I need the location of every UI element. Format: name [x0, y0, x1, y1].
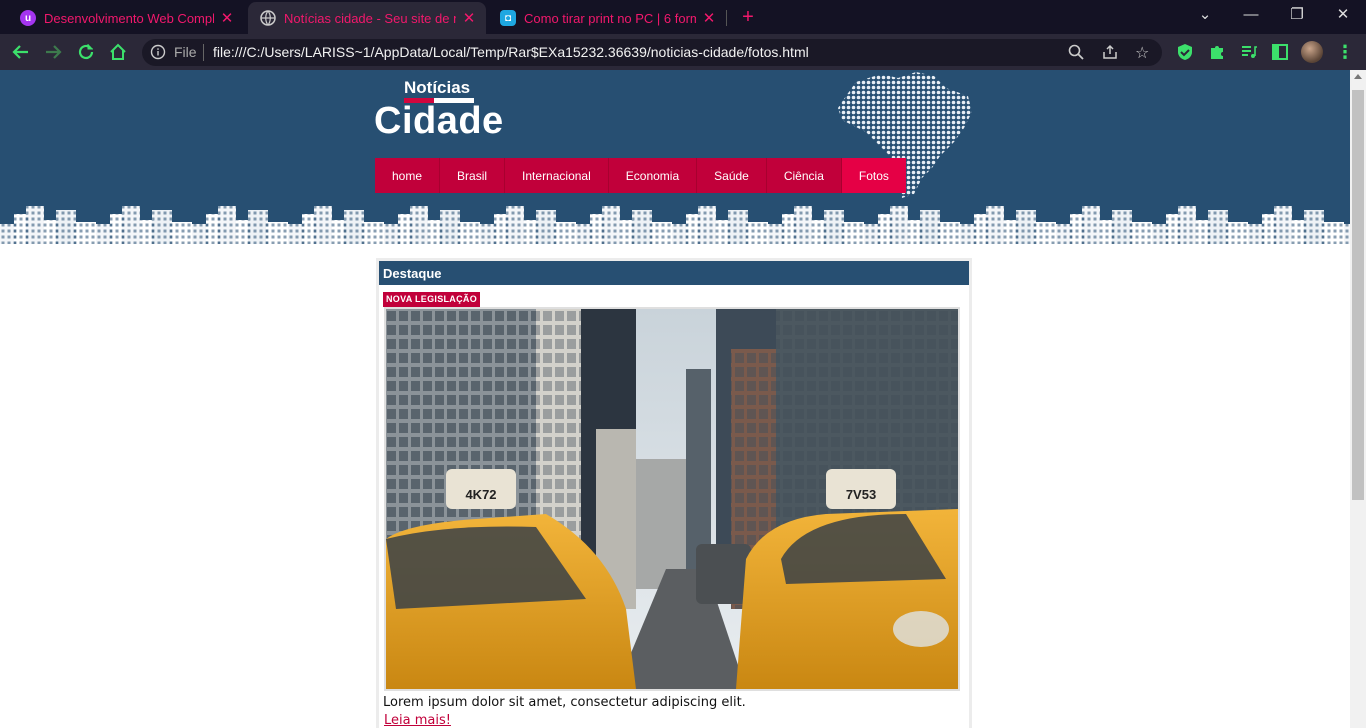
back-button[interactable] [9, 40, 33, 64]
tab-udemy[interactable]: u Desenvolvimento Web Completo ✕ [8, 2, 244, 34]
url-text[interactable]: file:///C:/Users/LARISS~1/AppData/Local/… [213, 44, 809, 60]
share-icon[interactable] [1102, 44, 1118, 65]
nav-item-home[interactable]: home [375, 158, 441, 193]
logo-main-text: Cidade [374, 100, 504, 142]
tab-separator [726, 10, 727, 26]
photo-caption: Lorem ipsum dolor sit amet, consectetur … [383, 695, 746, 710]
scrollbar-thumb[interactable] [1352, 90, 1364, 500]
reload-button[interactable] [74, 40, 98, 64]
bookmark-star-icon[interactable]: ☆ [1135, 43, 1149, 63]
tab-strip: u Desenvolvimento Web Completo ✕ Notícia… [0, 0, 1366, 34]
extensions-puzzle-icon[interactable] [1205, 40, 1229, 64]
city-skyline-banner [0, 204, 1350, 252]
section-title: Destaque [379, 261, 969, 285]
tab-tecmundo[interactable]: ◘ Como tirar print no PC | 6 formas ✕ [488, 2, 726, 34]
new-tab-button[interactable]: + [736, 6, 760, 28]
page-viewport: Notícias Cidade home Brasil Internaciona… [0, 70, 1350, 728]
info-icon[interactable] [150, 44, 166, 65]
tab-search-button[interactable]: ⌄ [1182, 2, 1228, 30]
minimize-button[interactable]: — [1228, 2, 1274, 30]
udemy-icon: u [20, 10, 36, 26]
read-more-link[interactable]: Leia mais! [384, 713, 451, 728]
logo-top-text: Notícias [404, 78, 471, 97]
close-icon[interactable]: ✕ [462, 9, 476, 27]
featured-photo[interactable]: 4K72 7V53 [384, 307, 960, 691]
restore-button[interactable]: ❐ [1274, 2, 1320, 30]
tab-title: Notícias cidade - Seu site de notícias [284, 10, 456, 26]
site-header: Notícias Cidade home Brasil Internaciona… [0, 70, 1350, 252]
close-icon[interactable]: ✕ [220, 9, 234, 27]
shield-extension-icon[interactable] [1173, 40, 1197, 64]
nav-item-saude[interactable]: Saúde [697, 158, 767, 193]
forward-button[interactable] [41, 40, 65, 64]
news-tag-badge: NOVA LEGISLAÇÃO [383, 292, 481, 307]
menu-kebab-icon[interactable]: ⋮ [1333, 40, 1357, 64]
media-controls-icon[interactable] [1237, 40, 1261, 64]
home-button[interactable] [106, 40, 130, 64]
nav-item-economia[interactable]: Economia [609, 158, 698, 193]
omnibox-divider [203, 44, 204, 61]
browser-toolbar: File file:///C:/Users/LARISS~1/AppData/L… [0, 34, 1366, 70]
profile-avatar[interactable] [1300, 40, 1324, 64]
page-scrollbar[interactable] [1350, 70, 1366, 728]
zoom-icon[interactable] [1068, 44, 1084, 65]
taxi-street-photo: 4K72 7V53 [386, 309, 958, 689]
nav-item-fotos[interactable]: Fotos [841, 158, 906, 193]
tab-title: Desenvolvimento Web Completo [44, 10, 214, 26]
nav-item-internacional[interactable]: Internacional [505, 158, 609, 193]
nav-item-ciencia[interactable]: Ciência [767, 158, 842, 193]
scheme-label: File [174, 44, 197, 60]
tab-title: Como tirar print no PC | 6 formas [524, 10, 696, 26]
site-logo[interactable]: Notícias Cidade [374, 78, 514, 148]
side-panel-icon[interactable] [1268, 40, 1292, 64]
scroll-up-arrow-icon[interactable] [1354, 74, 1362, 79]
globe-icon [260, 10, 276, 26]
main-nav: home Brasil Internacional Economia Saúde… [375, 158, 906, 193]
destaque-section: Destaque NOVA LEGISLAÇÃO 4K72 7V53 Lorem… [376, 258, 972, 728]
address-bar[interactable]: File file:///C:/Users/LARISS~1/AppData/L… [142, 39, 1162, 66]
taxi-plate-left: 4K72 [465, 487, 496, 502]
taxi-plate-right: 7V53 [846, 487, 876, 502]
close-window-button[interactable]: ✕ [1320, 2, 1366, 30]
tab-noticias-cidade[interactable]: Notícias cidade - Seu site de notícias ✕ [248, 2, 486, 34]
close-icon[interactable]: ✕ [702, 9, 716, 27]
nav-item-brasil[interactable]: Brasil [440, 158, 506, 193]
tecmundo-icon: ◘ [500, 10, 516, 26]
